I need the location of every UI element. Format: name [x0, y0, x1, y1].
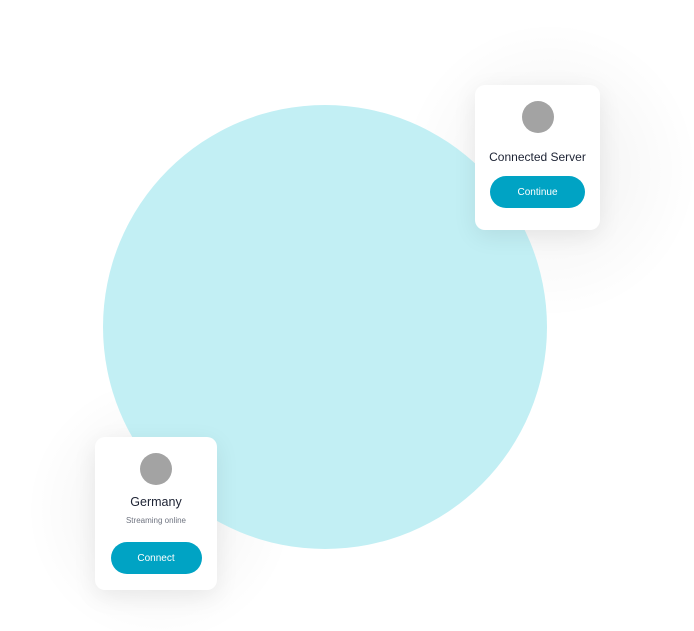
country-avatar	[140, 453, 172, 485]
server-card-title: Connected Server	[489, 150, 586, 164]
hero-illustration: Connected Server Continue Germany Stream…	[0, 0, 694, 631]
connect-button[interactable]: Connect	[110, 542, 202, 574]
country-card: Germany Streaming online Connect	[95, 437, 217, 590]
country-card-title: Germany	[130, 495, 182, 509]
connected-server-card: Connected Server Continue	[475, 85, 600, 230]
continue-button[interactable]: Continue	[490, 176, 585, 208]
server-avatar	[521, 101, 554, 133]
country-card-status: Streaming online	[125, 516, 187, 525]
